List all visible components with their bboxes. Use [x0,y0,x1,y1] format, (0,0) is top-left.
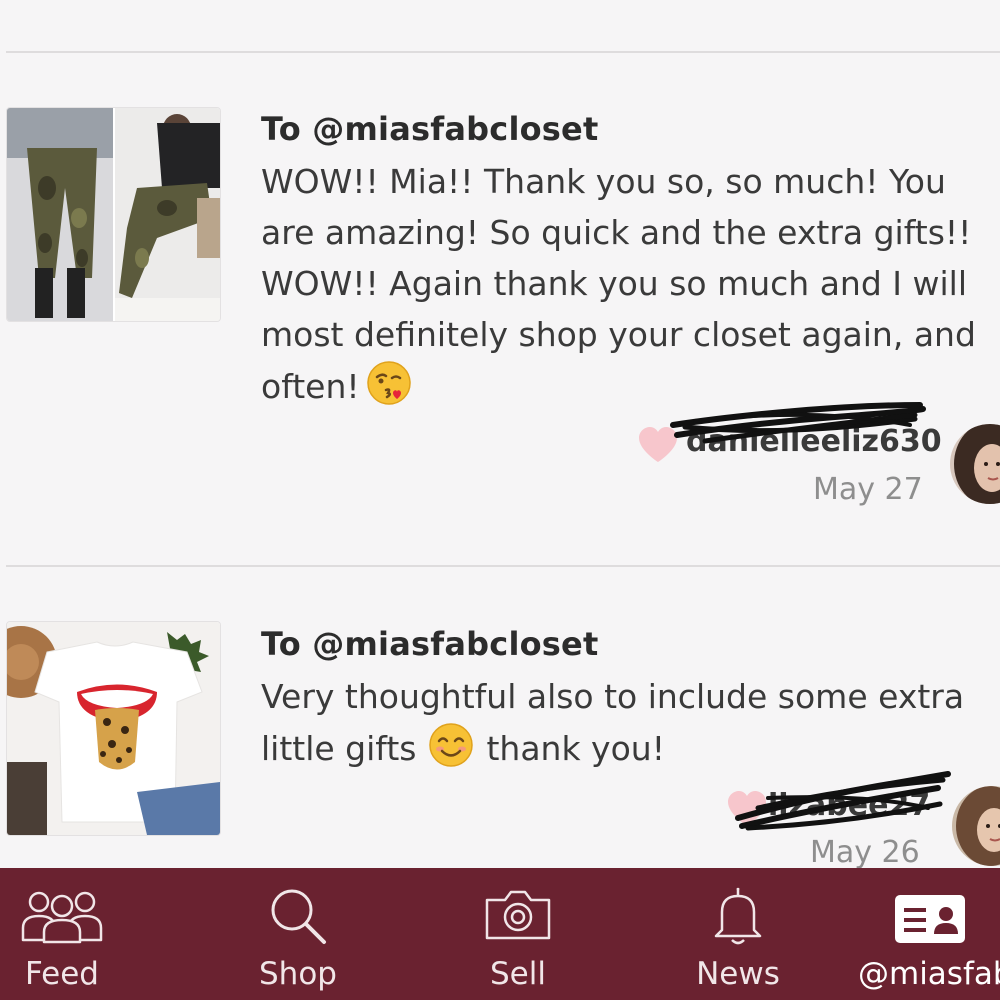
reviewer-username[interactable]: danielleeliz630 [686,424,942,459]
kissing-face-emoji-icon [366,360,412,420]
review-message-line-last: little gifts thank you! [261,722,1000,782]
review-message-line: WOW!! Again thank you so much and I will [261,264,967,303]
reviewer-avatar[interactable] [950,424,1000,504]
bottom-tab-bar: Feed Shop Sell News @miasfa [0,868,1000,1000]
camera-icon [485,890,551,940]
tab-news[interactable]: News [676,868,800,1000]
bell-icon [714,887,762,945]
divider-top [6,51,1000,53]
tab-shop[interactable]: Shop [236,868,360,1000]
tab-profile[interactable]: @miasfabcloset [856,868,1000,1000]
review-date: May 26 [810,835,920,870]
listing-thumbnail[interactable] [6,107,221,322]
tab-feed[interactable]: Feed [0,868,124,1000]
review-date: May 27 [813,472,923,507]
review-message-line-last: often! [261,360,1000,420]
review-message-line: most definitely shop your closet again, … [261,315,976,354]
review-message-line: WOW!! Mia!! Thank you so, so much! You [261,162,946,201]
search-icon [271,889,326,944]
reviewer-username[interactable]: lizabee27 [768,788,930,823]
review-recipient[interactable]: To @miasfabcloset [261,625,598,663]
tab-label: News [696,956,780,992]
divider [6,565,1000,567]
review-message-text: thank you! [486,729,665,768]
heart-icon[interactable] [726,790,768,828]
smiling-face-emoji-icon [428,722,474,782]
review-message: WOW!! Mia!! Thank you so, so much! You a… [261,156,1000,420]
reviewer-avatar[interactable] [952,786,1000,866]
tab-label: Shop [259,956,337,992]
tab-label: Sell [490,956,546,992]
tab-sell[interactable]: Sell [456,868,580,1000]
people-icon [21,891,103,944]
review-message-line: Very thoughtful also to include some ext… [261,677,965,716]
heart-icon[interactable] [637,426,679,464]
tab-label: @miasfabcloset [858,956,1000,992]
review-message-text: often! [261,367,360,406]
review-message-line: are amazing! So quick and the extra gift… [261,213,972,252]
review-message: Very thoughtful also to include some ext… [261,671,1000,782]
review-recipient[interactable]: To @miasfabcloset [261,110,598,148]
profile-card-icon [895,895,965,943]
review-message-text: little gifts [261,729,417,768]
listing-thumbnail[interactable] [6,621,221,836]
tab-label: Feed [25,956,99,992]
